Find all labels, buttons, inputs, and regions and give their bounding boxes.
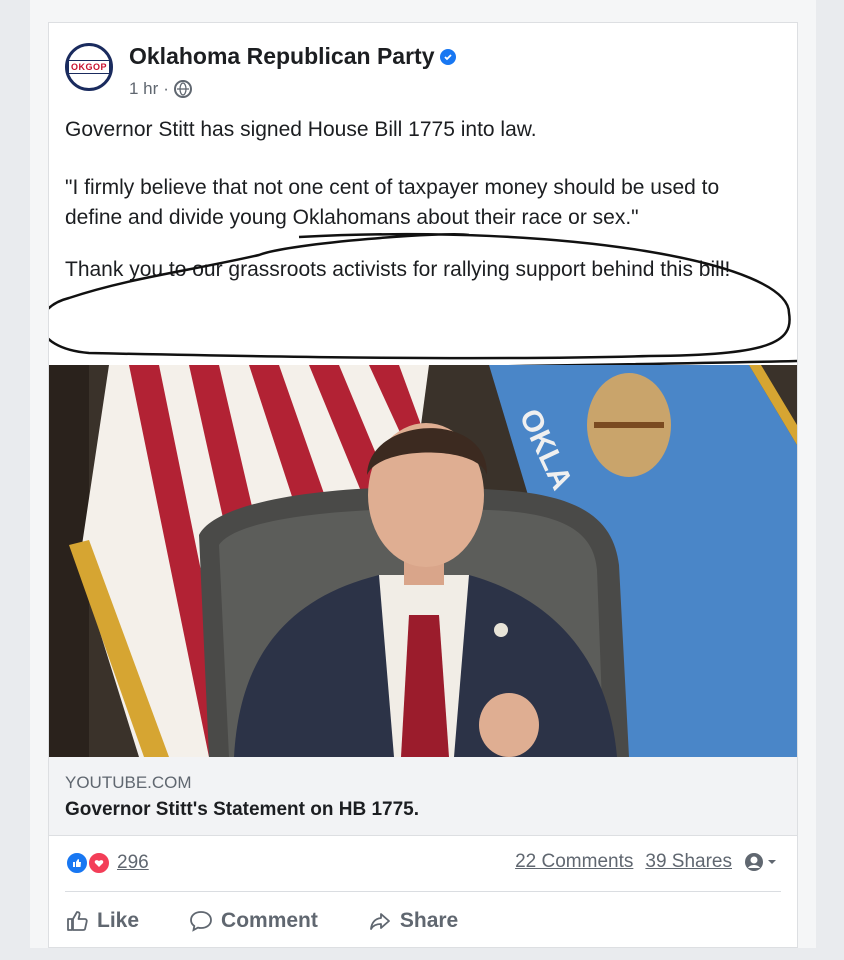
share-label: Share <box>399 909 459 932</box>
love-reaction-icon <box>87 851 111 875</box>
page-name-row: Oklahoma Republican Party <box>129 43 457 70</box>
comments-count[interactable]: 22 Comments <box>515 851 633 873</box>
shares-count[interactable]: 39 Shares <box>645 851 732 873</box>
post-card: OKGOP Oklahoma Republican Party 1 hr · G… <box>48 22 798 948</box>
share-button[interactable]: Share <box>368 909 458 933</box>
link-title[interactable]: Governor Stitt's Statement on HB 1775. <box>65 799 419 821</box>
okgop-logo: OKGOP <box>68 60 111 74</box>
like-reaction-icon <box>65 851 89 875</box>
action-bar: Like Comment Share <box>65 901 781 941</box>
video-thumbnail[interactable]: OKLA <box>49 365 797 757</box>
engagement-counts: 22 Comments 39 Shares <box>515 851 777 873</box>
audience-selector[interactable] <box>744 852 777 872</box>
actions-divider <box>65 891 781 892</box>
profile-icon <box>745 853 763 871</box>
link-domain: YOUTUBE.COM <box>65 773 192 792</box>
reaction-count[interactable]: 296 <box>117 852 149 874</box>
post-paragraph: Thank you to our grassroots activists fo… <box>65 258 731 281</box>
post-text: Governor Stitt has signed House Bill 177… <box>65 115 781 313</box>
share-arrow-icon <box>369 913 390 930</box>
post-timestamp[interactable]: 1 hr <box>129 79 158 99</box>
caret-down-icon <box>768 860 776 864</box>
verified-badge-icon <box>440 48 457 65</box>
comment-button[interactable]: Comment <box>189 909 318 933</box>
post-paragraph: Governor Stitt has signed House Bill 177… <box>65 118 537 141</box>
reactions-summary[interactable]: 296 <box>65 851 149 875</box>
post-paragraph: "I firmly believe that not one cent of t… <box>65 176 720 229</box>
post-meta: 1 hr · <box>129 79 192 99</box>
like-label: Like <box>97 909 140 932</box>
like-button[interactable]: Like <box>65 909 139 933</box>
comment-icon <box>190 911 212 932</box>
meta-separator: · <box>163 79 169 98</box>
comment-label: Comment <box>221 909 318 932</box>
link-preview[interactable]: YOUTUBE.COM Governor Stitt's Statement o… <box>49 757 797 836</box>
thumbs-up-icon <box>67 911 88 931</box>
globe-icon <box>173 80 192 98</box>
page-avatar[interactable]: OKGOP <box>65 43 113 91</box>
page-name[interactable]: Oklahoma Republican Party <box>129 43 434 70</box>
